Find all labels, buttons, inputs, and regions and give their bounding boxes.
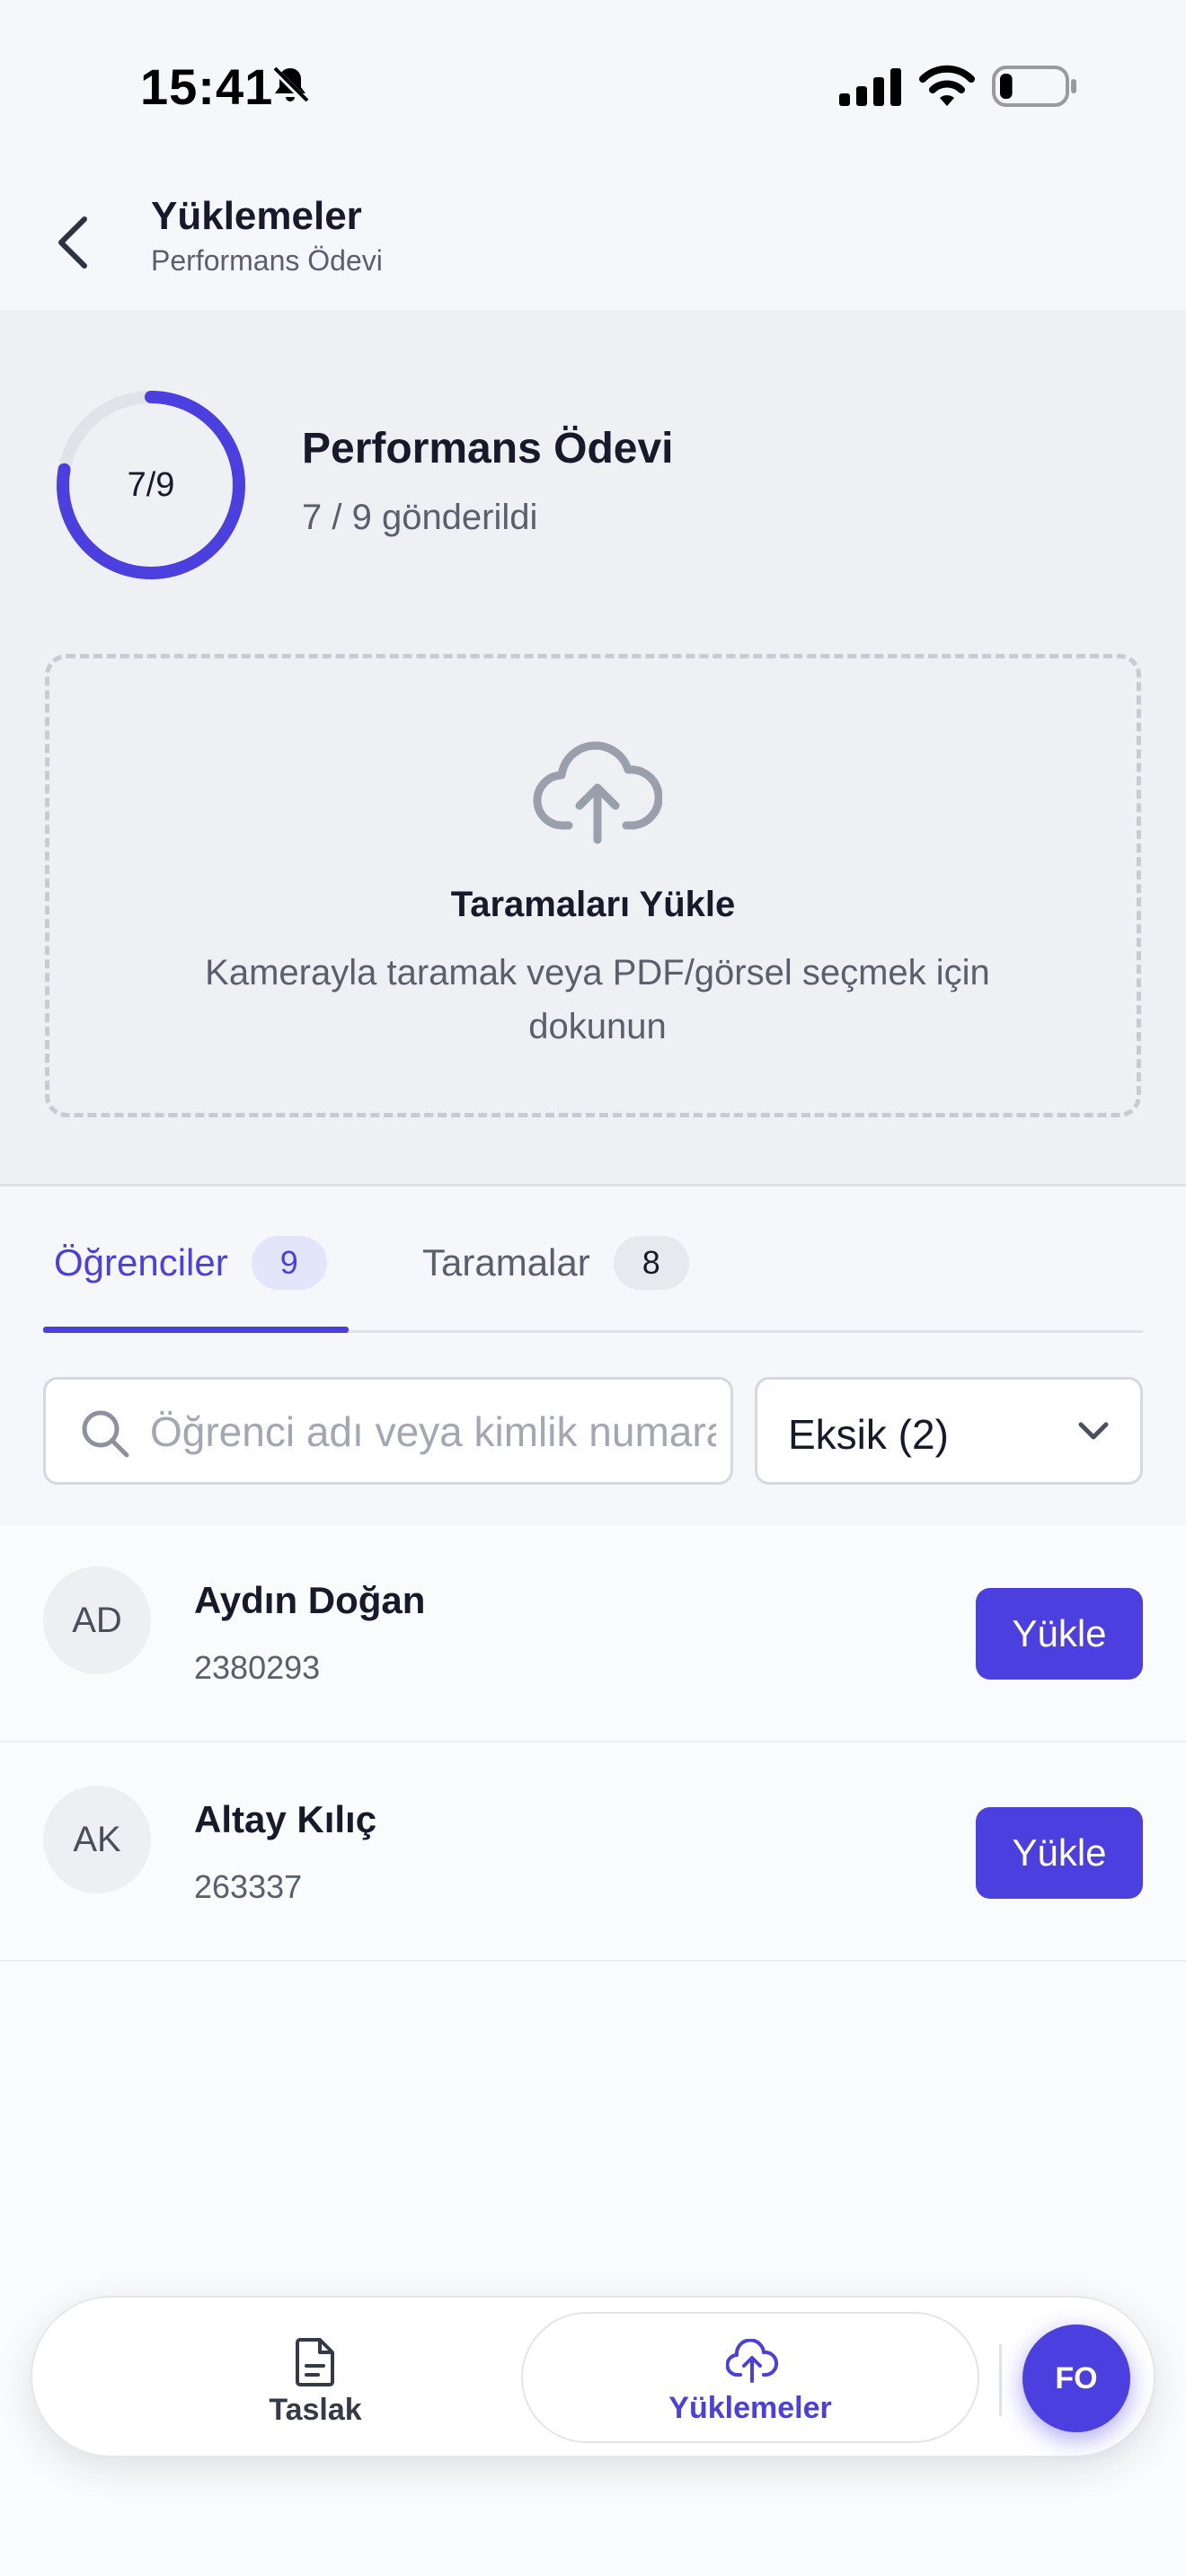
- tab-scans-label: Taramalar: [422, 1241, 590, 1284]
- upload-scans-dropzone[interactable]: Taramaları Yükle Kamerayla taramak veya …: [45, 654, 1141, 1117]
- header: Yüklemeler Performans Ödevi: [0, 171, 1186, 311]
- document-icon: [296, 2338, 334, 2386]
- profile-avatar[interactable]: FO: [1022, 2325, 1130, 2432]
- page-title: Yüklemeler: [151, 194, 362, 238]
- upload-button[interactable]: Yükle: [976, 1588, 1143, 1680]
- student-name: Altay Kılıç: [194, 1798, 377, 1840]
- filter-selected-value: Eksik (2): [788, 1411, 949, 1458]
- search-box: [43, 1377, 733, 1485]
- progress-label: 7/9: [127, 465, 175, 504]
- student-id: 2380293: [194, 1649, 321, 1686]
- upload-title: Taramaları Yükle: [450, 885, 736, 924]
- tab-students-label: Öğrenciler: [54, 1241, 228, 1284]
- status-bar: 15:41: [0, 0, 1186, 171]
- assignment-title: Performans Ödevi: [302, 425, 674, 472]
- tab-students-badge: 9: [251, 1236, 327, 1290]
- list-item: AD Aydın Doğan 2380293 Yükle: [0, 1525, 1186, 1742]
- nav-uploads-label: Yüklemeler: [668, 2391, 832, 2425]
- upload-button[interactable]: Yükle: [976, 1807, 1143, 1899]
- student-name: Aydın Doğan: [194, 1579, 426, 1621]
- tab-scans-badge: 8: [613, 1236, 689, 1290]
- bottom-nav: Taslak Yüklemeler FO: [31, 2296, 1155, 2457]
- cloud-upload-icon: [726, 2339, 778, 2383]
- active-tab-indicator: [43, 1327, 349, 1333]
- cloud-upload-icon: [533, 741, 662, 844]
- submission-count: 7 / 9 gönderildi: [302, 498, 538, 537]
- status-filter-select[interactable]: Eksik (2): [755, 1377, 1143, 1485]
- assignment-summary: 7/9 Performans Ödevi 7 / 9 gönderildi Ta…: [0, 311, 1186, 1184]
- list-item: AK Altay Kılıç 263337 Yükle: [0, 1744, 1186, 1962]
- avatar: AD: [43, 1566, 151, 1674]
- avatar: AK: [43, 1786, 151, 1893]
- nav-divider: [999, 2344, 1002, 2416]
- tab-students[interactable]: Öğrenciler 9: [54, 1231, 327, 1294]
- page-subtitle: Performans Ödevi: [151, 244, 383, 277]
- student-id: 263337: [194, 1868, 303, 1905]
- battery-icon: [992, 66, 1076, 107]
- nav-item-draft[interactable]: Taslak: [185, 2337, 446, 2436]
- tab-scans[interactable]: Taramalar 8: [422, 1231, 689, 1294]
- signal-icon: [839, 68, 901, 106]
- back-button[interactable]: [45, 207, 99, 278]
- search-icon: [82, 1410, 129, 1458]
- tabs-and-filters: Öğrenciler 9 Taramalar 8 Eksik (2): [0, 1184, 1186, 1525]
- nav-draft-label: Taslak: [269, 2393, 362, 2427]
- search-input[interactable]: [150, 1398, 716, 1466]
- upload-description: Kamerayla taramak veya PDF/görsel seçmek…: [205, 953, 990, 1046]
- nav-item-uploads[interactable]: Yüklemeler: [521, 2312, 979, 2443]
- status-time: 15:41: [140, 58, 274, 115]
- wifi-icon: [919, 65, 975, 106]
- chevron-down-icon: [1078, 1422, 1109, 1440]
- bell-slash-icon: [270, 66, 310, 105]
